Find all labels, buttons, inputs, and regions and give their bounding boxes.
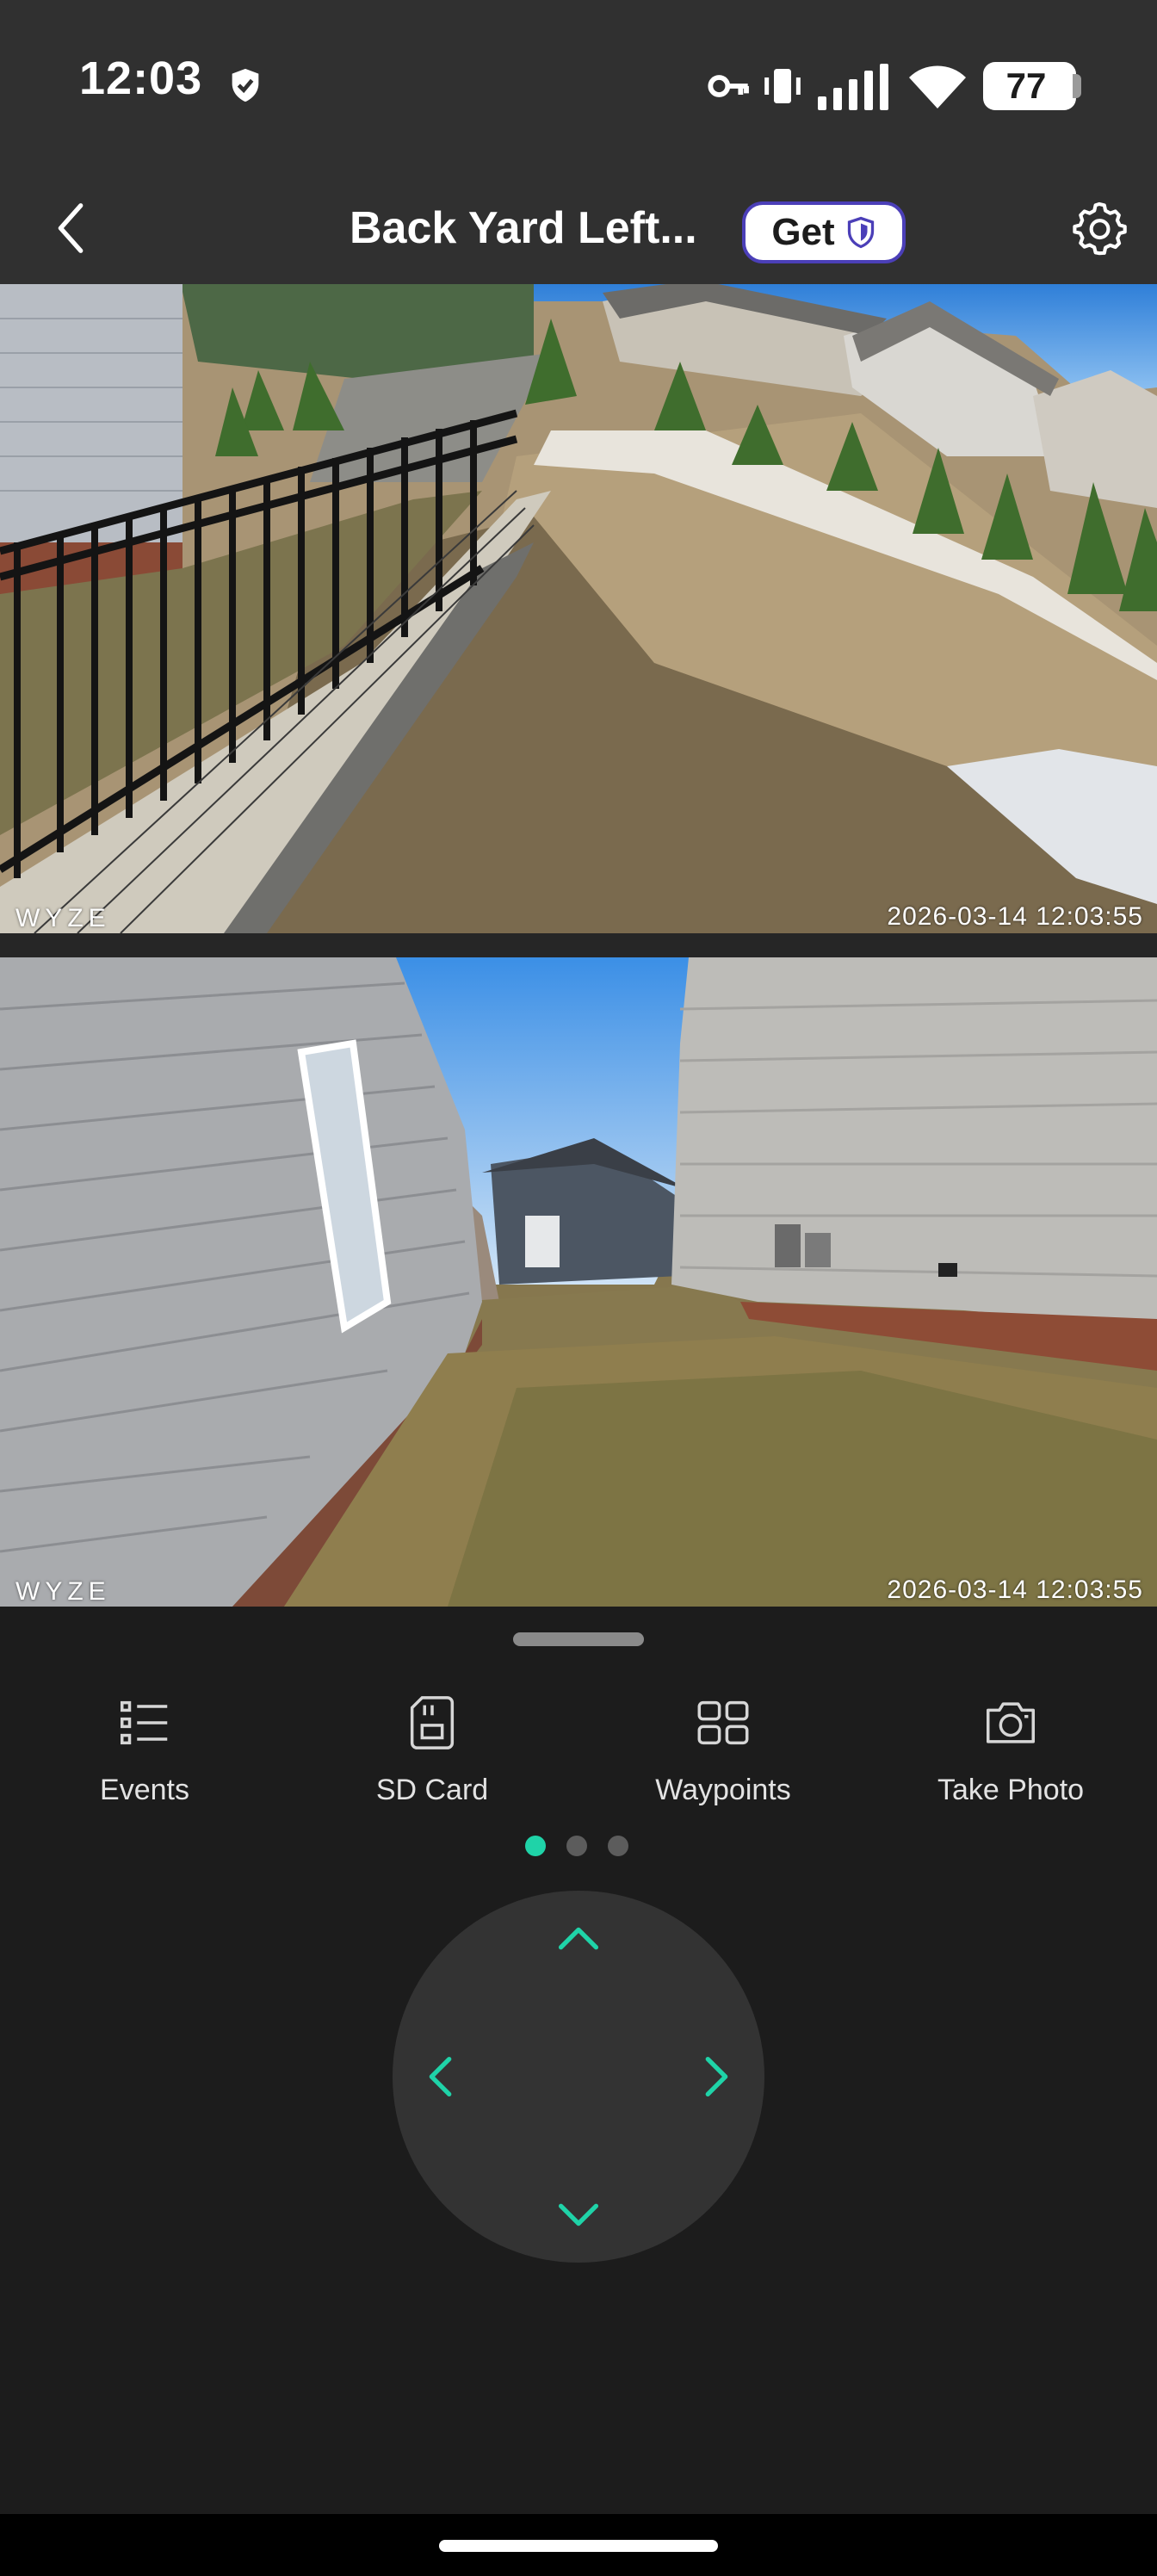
camera-icon	[987, 1702, 1035, 1743]
waypoints-button[interactable]: Waypoints	[594, 1693, 852, 1830]
page-dot-active[interactable]	[525, 1836, 546, 1856]
camera-feed-2[interactable]: WYZE 2026-03-14 12:03:55	[0, 957, 1157, 1607]
app-header: Back Yard Left... Get	[0, 172, 1157, 284]
chevron-down-icon[interactable]	[548, 2183, 609, 2244]
camera-feed-1-image	[0, 284, 1157, 933]
wyze-watermark: WYZE	[15, 1577, 111, 1606]
take-photo-label: Take Photo	[937, 1774, 1085, 1806]
vibrate-icon	[764, 69, 801, 103]
camera-feed-1[interactable]: WYZE 2026-03-14 12:03:55	[0, 284, 1157, 933]
cell-signal-icon	[818, 64, 888, 110]
sd-card-button[interactable]: SD Card	[303, 1693, 561, 1830]
battery-level: 77	[1005, 65, 1047, 106]
gear-icon[interactable]	[1071, 200, 1128, 257]
battery-cap	[1073, 74, 1081, 98]
events-label: Events	[100, 1774, 189, 1806]
page-dot[interactable]	[566, 1836, 587, 1856]
wyze-watermark: WYZE	[15, 904, 111, 932]
feed-timestamp: 2026-03-14 12:03:55	[887, 1576, 1143, 1604]
wifi-icon	[909, 65, 966, 108]
page-title: Back Yard Left...	[350, 203, 697, 253]
pan-tilt-dpad[interactable]	[393, 1891, 764, 2263]
status-time: 12:03	[79, 53, 203, 104]
grid-icon	[697, 1700, 749, 1745]
home-gesture-bar[interactable]	[439, 2540, 718, 2552]
system-nav-bar	[0, 2514, 1157, 2576]
get-label: Get	[771, 211, 835, 253]
chevron-up-icon[interactable]	[548, 1910, 609, 1970]
feed-divider	[0, 933, 1157, 957]
list-icon	[121, 1700, 168, 1745]
sd-card-label: SD Card	[375, 1774, 489, 1806]
shield-check-icon	[232, 68, 259, 102]
events-button[interactable]: Events	[15, 1693, 274, 1830]
shield-icon	[847, 216, 874, 249]
chevron-left-icon[interactable]	[411, 2047, 472, 2107]
key-icon	[708, 75, 749, 97]
get-protect-button[interactable]: Get	[742, 201, 906, 263]
camera-feed-2-image	[0, 957, 1157, 1607]
back-button[interactable]	[43, 198, 103, 258]
take-photo-button[interactable]: Take Photo	[882, 1693, 1140, 1830]
drag-handle[interactable]	[513, 1632, 644, 1646]
waypoints-label: Waypoints	[655, 1774, 791, 1806]
chevron-right-icon[interactable]	[685, 2047, 746, 2107]
control-panel: Events SD Card Waypoints Take Photo	[0, 1607, 1157, 2576]
sd-card-icon	[410, 1696, 455, 1749]
status-bar: 12:03 77	[0, 0, 1157, 172]
feed-timestamp: 2026-03-14 12:03:55	[887, 902, 1143, 931]
page-dot[interactable]	[608, 1836, 628, 1856]
